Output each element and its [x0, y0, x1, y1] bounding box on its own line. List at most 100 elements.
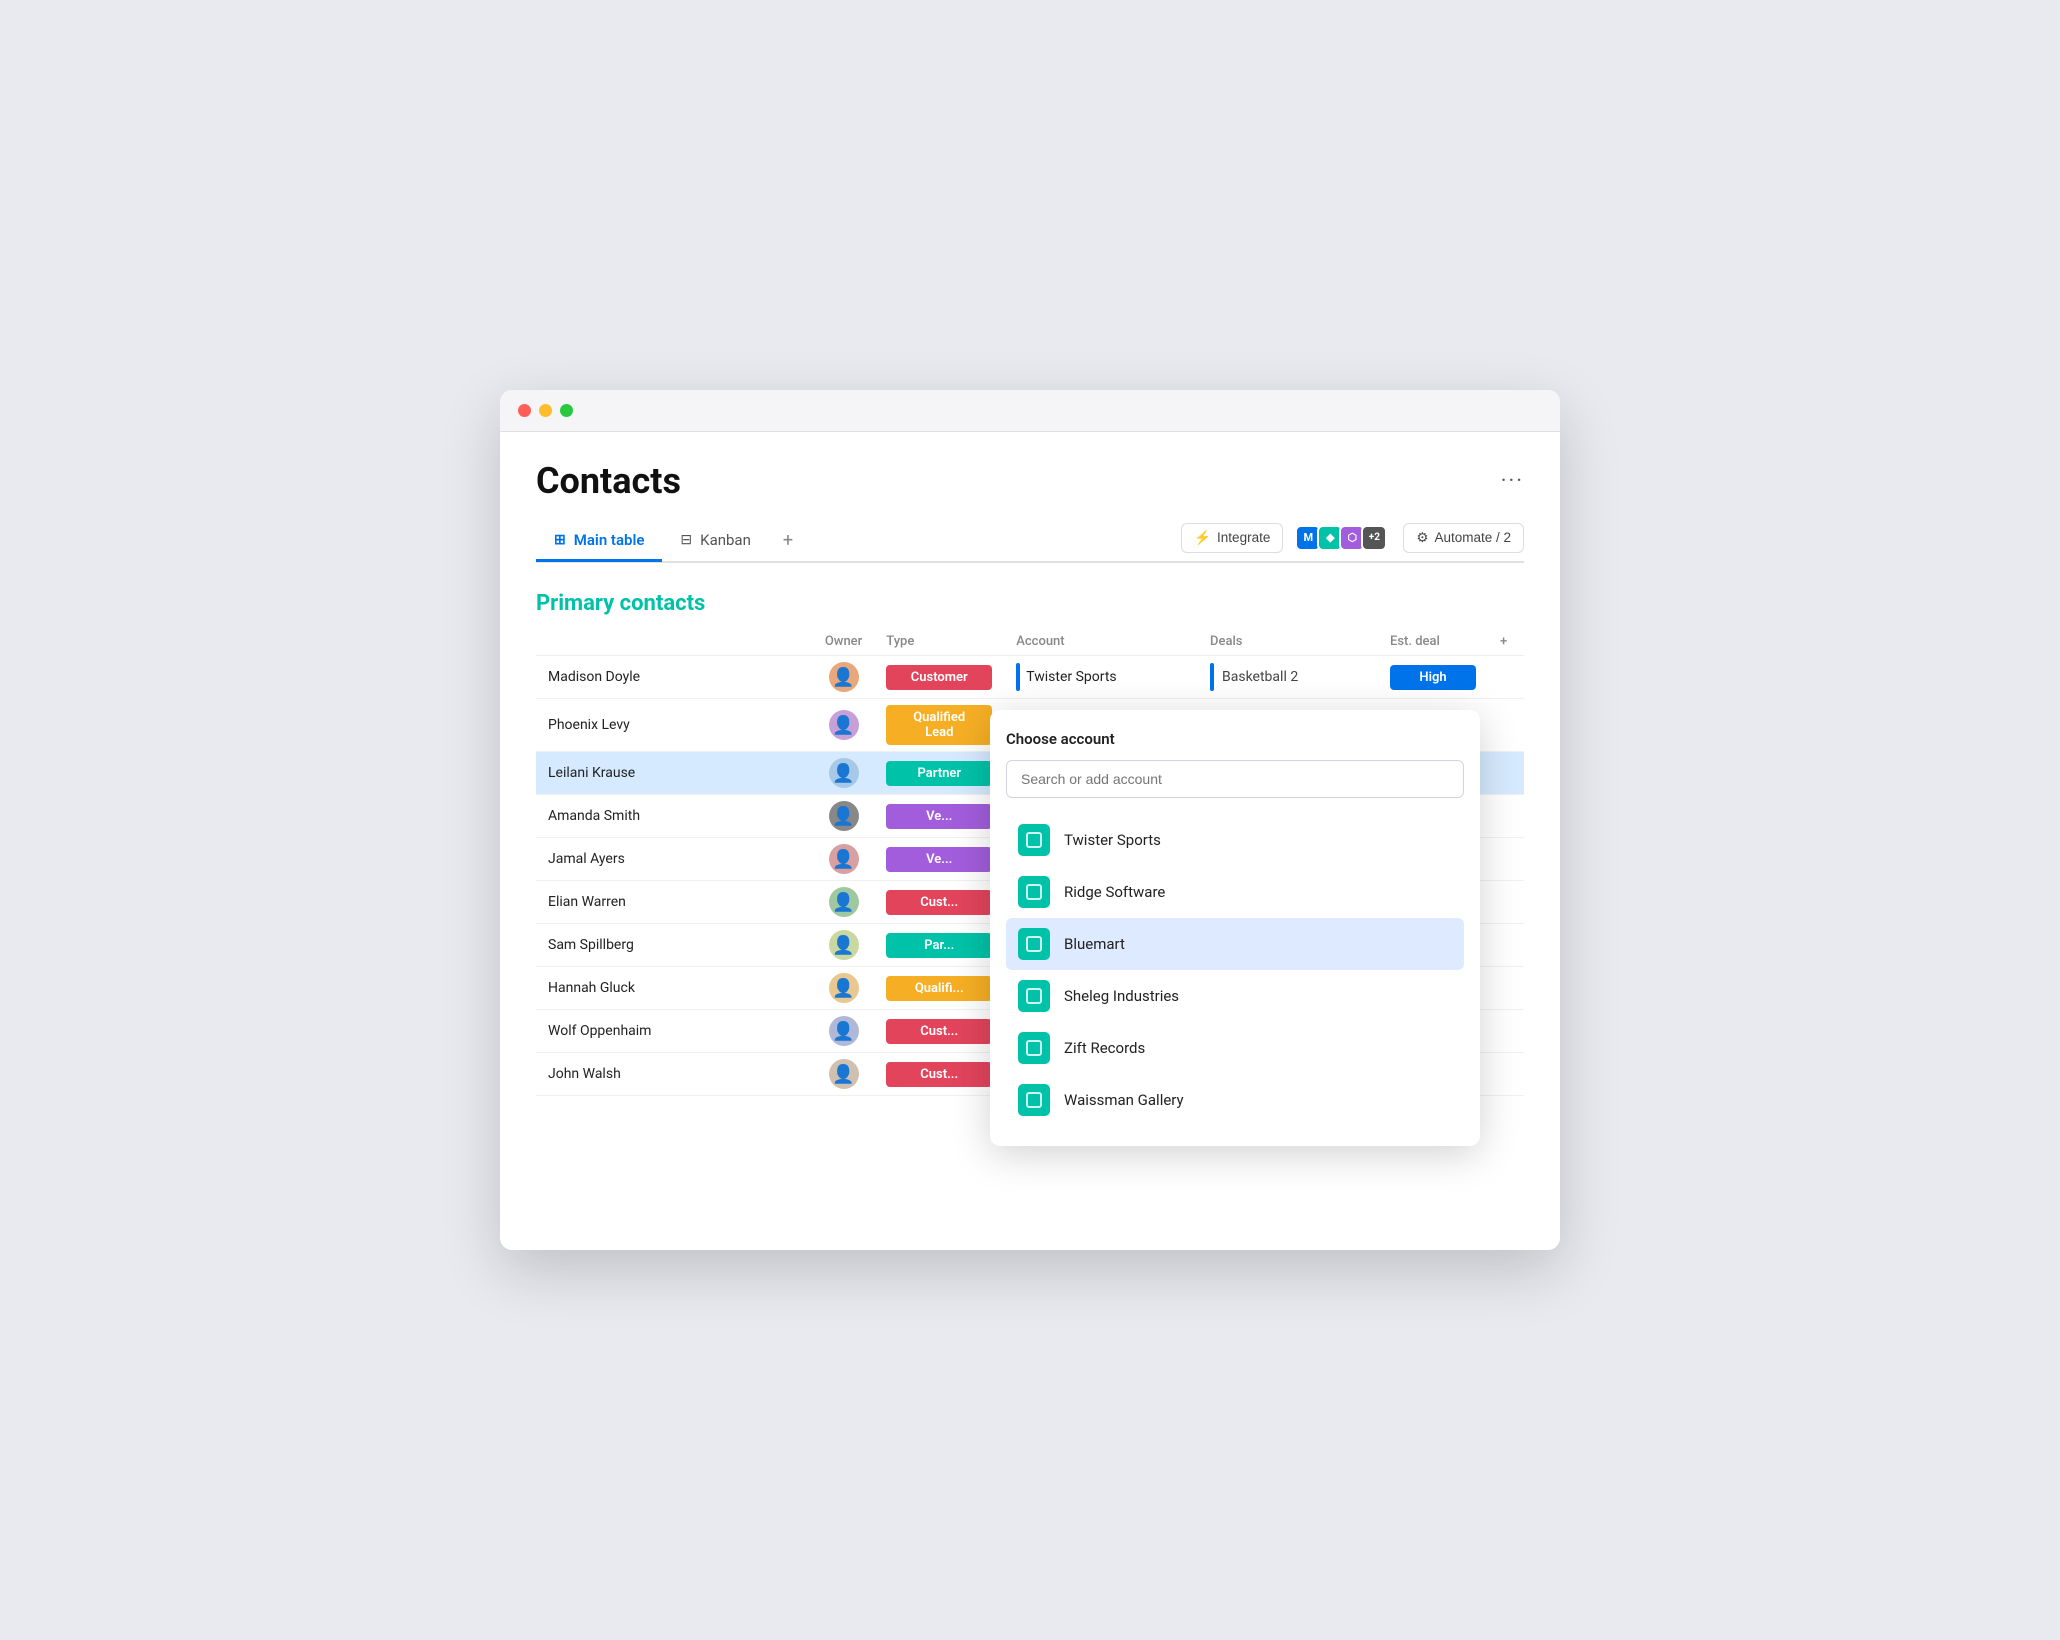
account-option-name: Zift Records: [1064, 1039, 1145, 1057]
minimize-dot[interactable]: [539, 404, 552, 417]
avatar-group: M ◆ ⬡ +2: [1299, 525, 1387, 551]
kanban-icon: ⊟: [680, 532, 692, 548]
row-action: [1488, 1053, 1524, 1096]
avatar-count: +2: [1361, 525, 1387, 551]
account-option-name: Ridge Software: [1064, 883, 1165, 901]
col-type: Type: [874, 628, 1004, 656]
type-cell: Cust...: [874, 881, 1004, 924]
header-actions: ···: [1501, 469, 1524, 494]
col-owner: Owner: [813, 628, 874, 656]
account-option-icon: [1018, 824, 1050, 856]
account-cell[interactable]: Twister Sports: [1004, 656, 1198, 699]
row-action: [1488, 924, 1524, 967]
account-option-name: Sheleg Industries: [1064, 987, 1179, 1005]
account-option-icon: [1018, 876, 1050, 908]
est-deal-cell: High: [1378, 656, 1488, 699]
more-options-button[interactable]: ···: [1501, 469, 1524, 494]
automate-label: Automate / 2: [1434, 530, 1511, 545]
owner-cell: 👤: [813, 752, 874, 795]
account-option[interactable]: Zift Records: [1006, 1022, 1464, 1074]
owner-cell: 👤: [813, 699, 874, 752]
account-option-name: Bluemart: [1064, 935, 1125, 953]
titlebar: [500, 390, 1560, 432]
tab-main-table[interactable]: ⊞ Main table: [536, 521, 662, 562]
integrate-icon: ⚡: [1194, 530, 1211, 546]
page-header: Contacts ···: [536, 460, 1524, 502]
page-title: Contacts: [536, 460, 681, 502]
col-deals: Deals: [1198, 628, 1378, 656]
account-option-name: Twister Sports: [1064, 831, 1161, 849]
type-cell: Ve...: [874, 838, 1004, 881]
app-window: Contacts ··· ⊞ Main table ⊟ Kanban + ⚡ I…: [500, 390, 1560, 1250]
row-action: [1488, 656, 1524, 699]
tab-bar: ⊞ Main table ⊟ Kanban + ⚡ Integrate M ◆ …: [536, 520, 1524, 563]
col-account: Account: [1004, 628, 1198, 656]
owner-cell: 👤: [813, 967, 874, 1010]
table-row[interactable]: Madison Doyle👤CustomerTwister SportsBask…: [536, 656, 1524, 699]
account-option[interactable]: Ridge Software: [1006, 866, 1464, 918]
contact-name: Phoenix Levy: [536, 699, 813, 752]
col-estdeal: Est. deal: [1378, 628, 1488, 656]
col-name: [536, 628, 813, 656]
row-action: [1488, 752, 1524, 795]
account-option[interactable]: Waissman Gallery: [1006, 1074, 1464, 1126]
type-cell: Cust...: [874, 1010, 1004, 1053]
owner-cell: 👤: [813, 795, 874, 838]
contact-name: John Walsh: [536, 1053, 813, 1096]
type-cell: Customer: [874, 656, 1004, 699]
account-list: Twister Sports Ridge Software Bluemart Shel…: [1006, 814, 1464, 1126]
deals-cell: Basketball 2: [1198, 656, 1378, 699]
table-icon: ⊞: [554, 532, 566, 548]
account-option[interactable]: Bluemart: [1006, 918, 1464, 970]
tab-actions: ⚡ Integrate M ◆ ⬡ +2 ⚙ Automate / 2: [1181, 523, 1524, 559]
integrate-label: Integrate: [1217, 530, 1270, 545]
type-cell: Ve...: [874, 795, 1004, 838]
row-action: [1488, 795, 1524, 838]
owner-cell: 👤: [813, 838, 874, 881]
tab-kanban[interactable]: ⊟ Kanban: [662, 521, 768, 562]
row-action: [1488, 1010, 1524, 1053]
account-dropdown: Choose account Twister Sports Ridge Softw…: [990, 710, 1480, 1146]
owner-cell: 👤: [813, 656, 874, 699]
row-action: [1488, 881, 1524, 924]
owner-cell: 👤: [813, 1010, 874, 1053]
account-option-icon: [1018, 1084, 1050, 1116]
type-cell: Par...: [874, 924, 1004, 967]
owner-cell: 👤: [813, 881, 874, 924]
account-option[interactable]: Twister Sports: [1006, 814, 1464, 866]
type-cell: Cust...: [874, 1053, 1004, 1096]
account-option-icon: [1018, 1032, 1050, 1064]
integrate-button[interactable]: ⚡ Integrate: [1181, 523, 1283, 553]
section-title: Primary contacts: [536, 591, 1524, 616]
tab-main-table-label: Main table: [574, 531, 645, 549]
account-option-name: Waissman Gallery: [1064, 1091, 1184, 1109]
row-action: [1488, 967, 1524, 1010]
row-action: [1488, 838, 1524, 881]
account-option[interactable]: Sheleg Industries: [1006, 970, 1464, 1022]
close-dot[interactable]: [518, 404, 531, 417]
maximize-dot[interactable]: [560, 404, 573, 417]
contact-name: Madison Doyle: [536, 656, 813, 699]
automate-icon: ⚙: [1416, 530, 1428, 546]
contact-name: Jamal Ayers: [536, 838, 813, 881]
dropdown-title: Choose account: [1006, 730, 1464, 748]
contact-name: Amanda Smith: [536, 795, 813, 838]
account-option-icon: [1018, 928, 1050, 960]
type-cell: Partner: [874, 752, 1004, 795]
contact-name: Sam Spillberg: [536, 924, 813, 967]
account-search-input[interactable]: [1006, 760, 1464, 798]
account-option-icon: [1018, 980, 1050, 1012]
row-action: [1488, 699, 1524, 752]
add-tab-button[interactable]: +: [769, 520, 807, 561]
type-cell: Qualifi...: [874, 967, 1004, 1010]
owner-cell: 👤: [813, 924, 874, 967]
contact-name: Hannah Gluck: [536, 967, 813, 1010]
contact-name: Wolf Oppenhaim: [536, 1010, 813, 1053]
owner-cell: 👤: [813, 1053, 874, 1096]
type-cell: Qualified Lead: [874, 699, 1004, 752]
contact-name: Leilani Krause: [536, 752, 813, 795]
add-column-button[interactable]: +: [1488, 628, 1524, 656]
tab-kanban-label: Kanban: [700, 531, 751, 549]
contact-name: Elian Warren: [536, 881, 813, 924]
automate-button[interactable]: ⚙ Automate / 2: [1403, 523, 1524, 553]
